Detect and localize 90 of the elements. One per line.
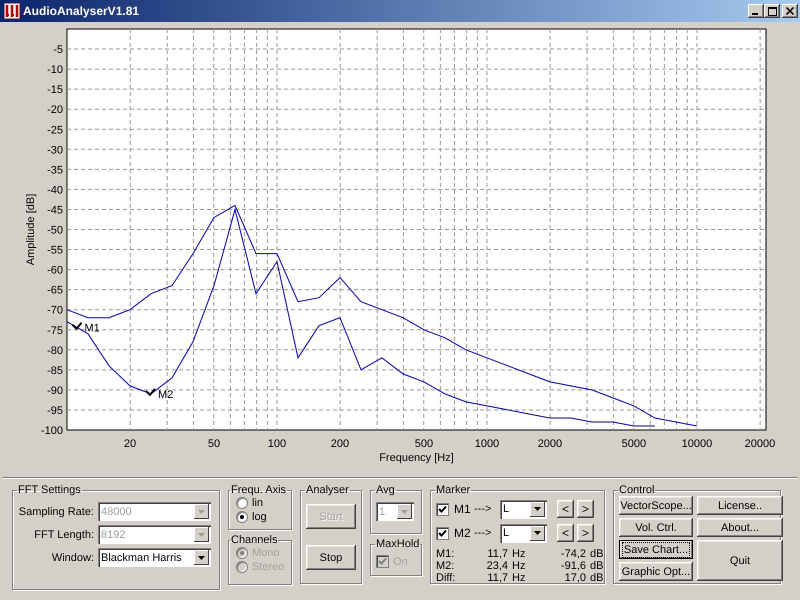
y-tick-label: -15 [47, 84, 63, 96]
y-tick-label: -60 [47, 264, 63, 277]
marker-label: M1 [84, 322, 100, 335]
action-button[interactable]: Save Chart... [619, 540, 693, 559]
y-tick-label: -85 [47, 364, 63, 377]
x-tick-label: 50 [208, 438, 220, 450]
frequency-value: 11,7 [486, 572, 508, 584]
group-title: Channels [230, 534, 278, 546]
x-tick-label: 10000 [682, 438, 712, 450]
action-button[interactable]: License.. [697, 496, 783, 515]
marker-label: M2 [158, 388, 174, 401]
next-button[interactable]: > [577, 500, 594, 518]
readout-label: M2: [436, 560, 456, 572]
radio-button[interactable]: log [234, 510, 286, 524]
next-button[interactable]: > [577, 524, 594, 542]
amplitude-value: -74,2 [560, 548, 586, 560]
action-button[interactable]: VectorScope... [619, 496, 693, 515]
group-title: Analyser [305, 484, 350, 496]
maximize-button[interactable] [764, 4, 780, 18]
marker-icon [145, 388, 156, 396]
y-tick-label: -40 [47, 184, 63, 196]
x-tick-label: 500 [414, 438, 434, 450]
y-tick-label: -90 [47, 384, 63, 397]
marker-icon [72, 322, 82, 330]
field-label: Sampling Rate: [18, 506, 94, 518]
app-icon [4, 3, 20, 19]
y-tick-label: -25 [47, 124, 63, 136]
amplitude-value: -91,6 [560, 560, 586, 572]
y-tick-label: -10 [47, 64, 63, 76]
y-axis-title: Amplitude [dB] [25, 194, 37, 266]
group-title: Avg [375, 484, 396, 496]
radio-button[interactable]: lin [234, 496, 286, 510]
x-tick-label: 2000 [538, 438, 562, 450]
group-title: FFT Settings [17, 484, 82, 496]
unit-label: dB [590, 548, 604, 560]
window-title: AudioAnalyserV1.81 [23, 4, 140, 18]
group-title: Control [618, 484, 656, 496]
action-button[interactable]: Vol. Ctrl. [619, 518, 693, 537]
unit-label: Hz [512, 548, 526, 560]
x-tick-label: 200 [330, 438, 350, 450]
arrow-text: ---> [474, 503, 492, 515]
minimize-button[interactable] [748, 4, 764, 18]
group-title: Marker [435, 484, 472, 496]
y-tick-label: -35 [47, 164, 63, 176]
y-tick-label: -55 [47, 244, 63, 257]
previous-button[interactable]: < [557, 500, 574, 518]
maximize-icon [768, 6, 776, 16]
readout-label: M1: [436, 548, 456, 560]
previous-button[interactable]: < [557, 524, 574, 542]
action-button[interactable]: Stop [306, 545, 356, 570]
y-tick-label: -70 [47, 304, 63, 317]
x-tick-label: 20 [124, 438, 136, 450]
close-button[interactable] [782, 4, 798, 18]
y-tick-label: -5 [53, 44, 63, 56]
action-button[interactable]: Quit [697, 540, 783, 581]
frequency-value: 23,4 [486, 560, 508, 572]
y-tick-label: -45 [47, 204, 63, 216]
y-tick-label: -80 [47, 344, 63, 357]
x-axis-title: Frequency [Hz] [379, 452, 454, 464]
action-button[interactable]: Graphic Opt... [619, 562, 693, 581]
checkbox[interactable]: M2 [436, 526, 474, 540]
y-tick-label: -95 [47, 404, 63, 417]
y-tick-label: -65 [47, 284, 63, 297]
checkbox[interactable]: M1 [436, 502, 474, 516]
dropdown[interactable]: Blackman Harris [98, 548, 211, 567]
x-tick-label: 1000 [474, 438, 500, 450]
field-label: FFT Length: [33, 528, 94, 540]
unit-label: dB [590, 560, 604, 572]
arrow-text: ---> [474, 527, 492, 539]
group-title: MaxHold [375, 538, 420, 550]
y-tick-label: -50 [47, 224, 63, 236]
field-label: Window: [50, 552, 94, 564]
y-tick-label: -75 [47, 324, 63, 337]
x-tick-label: 20000 [744, 438, 776, 450]
unit-label: Hz [512, 560, 526, 572]
amplitude-value: 17,0 [564, 572, 586, 584]
readout-label: Diff: [436, 572, 456, 584]
x-tick-label: 5000 [622, 438, 646, 450]
unit-label: Hz [512, 572, 526, 584]
frequency-value: 11,7 [486, 548, 508, 560]
close-icon [786, 7, 794, 15]
group-title: Frequ. Axis [230, 484, 288, 496]
y-tick-label: -100 [40, 425, 63, 437]
dropdown[interactable]: L [500, 500, 547, 518]
y-tick-label: -20 [47, 104, 63, 116]
dropdown[interactable]: L [500, 524, 547, 542]
x-tick-label: 100 [268, 438, 286, 450]
action-button[interactable]: About... [697, 518, 783, 537]
y-tick-label: -30 [47, 144, 63, 156]
unit-label: dB [590, 572, 604, 584]
